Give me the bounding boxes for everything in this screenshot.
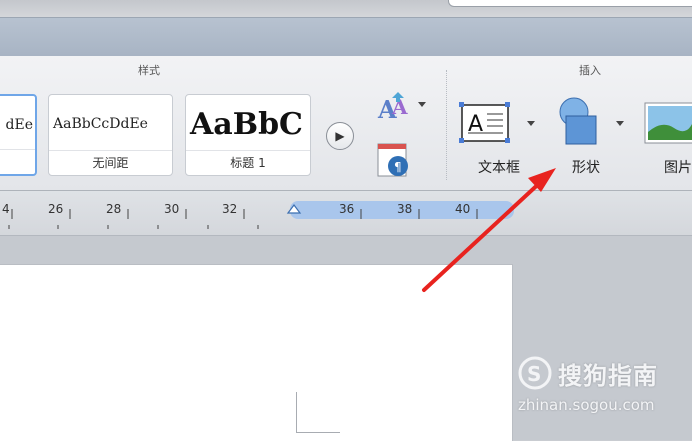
svg-text:S: S — [527, 362, 541, 386]
watermark-url: zhinan.sogou.com — [518, 396, 655, 414]
sogou-logo-icon: S — [518, 356, 552, 390]
watermark-brand: 搜狗指南 — [558, 362, 658, 390]
